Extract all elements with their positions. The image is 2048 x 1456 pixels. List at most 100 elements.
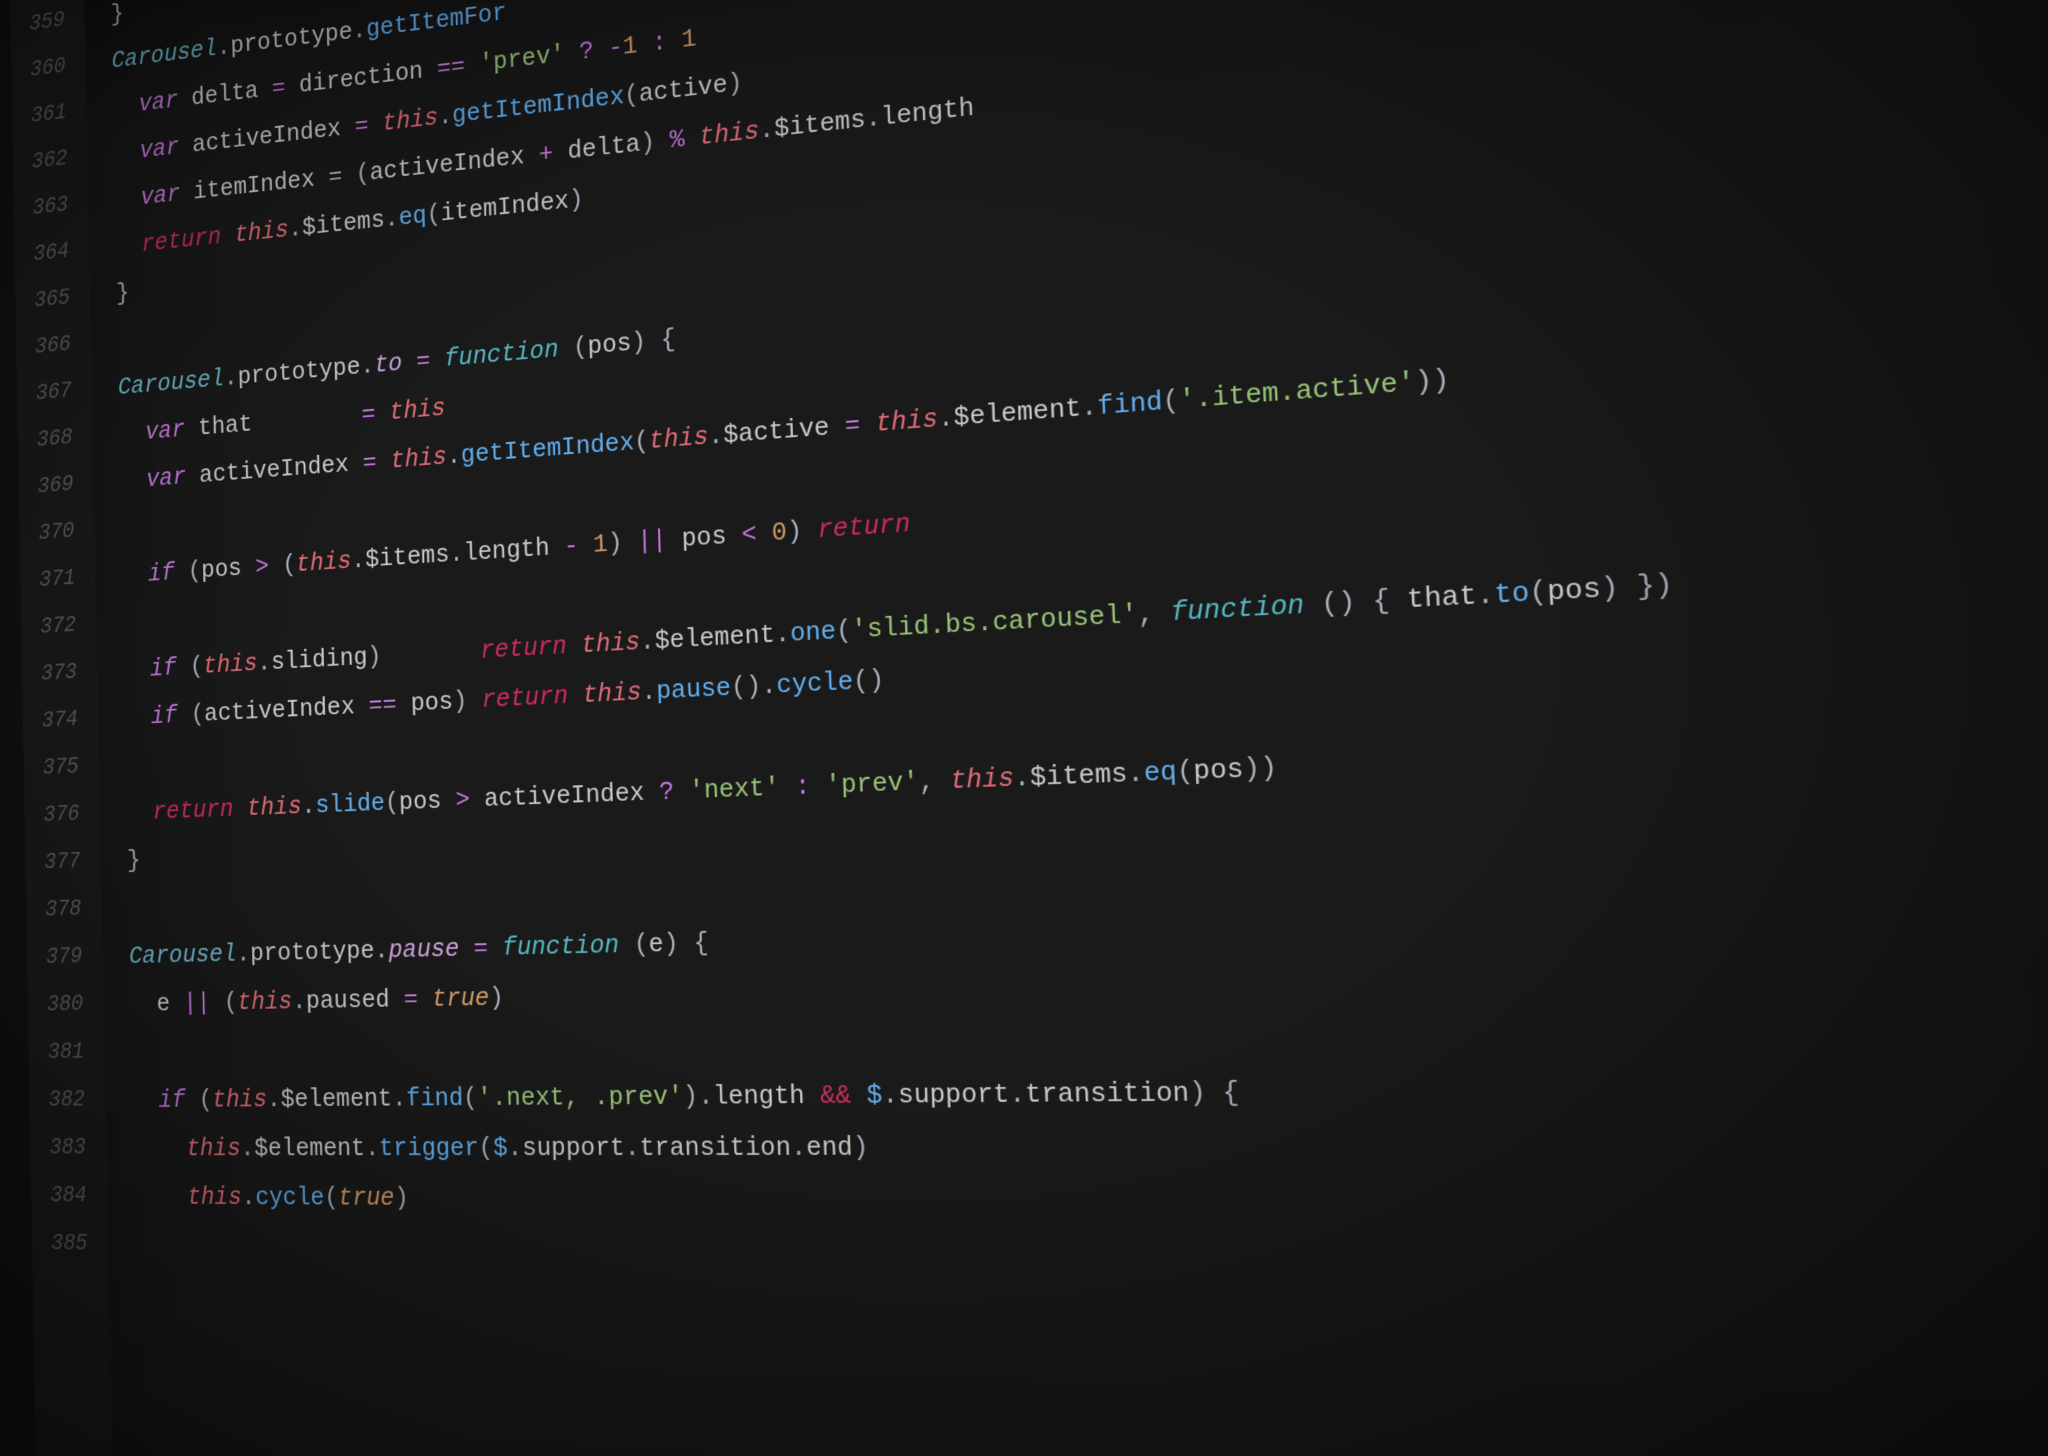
token: } <box>116 279 130 308</box>
token <box>233 794 247 823</box>
token: delta <box>178 74 272 113</box>
token: . <box>1013 762 1030 794</box>
token: var <box>146 462 186 493</box>
token <box>102 942 129 971</box>
token: } <box>127 846 141 875</box>
token: % <box>669 124 685 155</box>
token: = <box>844 408 876 441</box>
token: > <box>255 551 283 582</box>
token: that <box>1406 579 1477 615</box>
token: ( <box>426 199 441 229</box>
token: trigger <box>379 1133 479 1163</box>
token: $element <box>953 392 1082 433</box>
code-line[interactable]: this.cycle(true) <box>107 1173 2048 1235</box>
token <box>93 465 146 497</box>
token: ) <box>852 1132 869 1163</box>
token: . <box>267 1085 281 1114</box>
token: ( <box>619 929 650 960</box>
token: == <box>368 689 411 720</box>
token: ( <box>634 426 650 457</box>
token: = <box>361 398 390 429</box>
token: . <box>790 1132 806 1163</box>
token: () <box>853 665 885 697</box>
token: 'next' <box>689 772 781 806</box>
token: . <box>507 1133 522 1163</box>
token <box>106 1134 187 1163</box>
token: . <box>241 1183 255 1212</box>
token: '.next, .prev' <box>477 1081 683 1113</box>
token: length <box>463 532 564 568</box>
token: . <box>759 114 775 146</box>
token: . <box>288 214 302 244</box>
token: . <box>352 15 366 45</box>
token: var <box>140 179 180 211</box>
token <box>88 184 141 218</box>
token: return <box>480 631 567 665</box>
token: getItemFor <box>366 0 507 44</box>
line-number: 363 <box>13 180 88 234</box>
token: pos <box>681 520 742 554</box>
token: $element <box>280 1084 392 1114</box>
token: ( <box>385 788 400 818</box>
line-number: 364 <box>14 227 89 281</box>
line-number: 376 <box>24 790 100 840</box>
token: ) { <box>631 324 676 358</box>
token: = <box>362 446 391 477</box>
code-area[interactable]: } Carousel.prototype.getItemFor var delt… <box>84 0 2048 1456</box>
token: . <box>1081 391 1098 424</box>
line-number: 374 <box>23 696 99 747</box>
token: this <box>382 103 438 138</box>
token: ) <box>786 515 818 547</box>
token: $element <box>254 1133 366 1163</box>
token: Carousel <box>129 939 237 970</box>
token: ). <box>683 1081 714 1112</box>
token: to <box>1493 576 1530 611</box>
token: ( <box>185 1085 213 1114</box>
line-number: 372 <box>21 601 97 653</box>
token <box>97 655 150 686</box>
line-number: 383 <box>30 1125 107 1173</box>
token: activeIndex <box>204 691 369 728</box>
token: end <box>806 1132 853 1163</box>
token: pos <box>410 687 453 719</box>
token: this <box>237 987 292 1017</box>
line-number: 377 <box>25 838 101 888</box>
token: . <box>438 101 453 132</box>
token: . <box>257 648 271 678</box>
token: to <box>374 348 403 379</box>
token: Carousel <box>118 364 225 402</box>
token: true <box>338 1183 395 1213</box>
token: one <box>790 616 837 649</box>
token: )) <box>1243 752 1278 786</box>
token: ( <box>324 1183 339 1213</box>
token: < <box>741 518 772 550</box>
token: ( <box>224 988 238 1017</box>
token: . <box>449 539 464 569</box>
token <box>105 1086 159 1115</box>
token: $items <box>365 540 450 575</box>
token: 'prev' <box>825 766 919 801</box>
token: return <box>481 681 568 715</box>
token: this <box>389 393 446 427</box>
token: $items <box>1030 758 1128 793</box>
token: transition <box>639 1132 791 1163</box>
code-editor: 3593603613623633643653663673683693703713… <box>0 0 2048 1456</box>
token: function <box>1170 589 1305 628</box>
token: . <box>624 1133 640 1164</box>
token: . <box>240 1134 254 1163</box>
token: if <box>158 1085 185 1114</box>
token <box>91 374 118 404</box>
token: (). <box>731 670 777 703</box>
token: delta <box>567 129 641 166</box>
line-number: 373 <box>22 648 98 699</box>
token: ( <box>1162 385 1180 418</box>
token: 'prev' <box>479 39 565 78</box>
token: this <box>187 1182 242 1211</box>
token: pos <box>1193 753 1244 787</box>
token <box>89 230 142 263</box>
token: . <box>236 939 250 968</box>
token: . <box>384 204 399 234</box>
token: this <box>186 1134 241 1163</box>
code-line[interactable]: this.$element.trigger($.support.transiti… <box>106 1116 2048 1175</box>
token: transition <box>1025 1077 1190 1110</box>
